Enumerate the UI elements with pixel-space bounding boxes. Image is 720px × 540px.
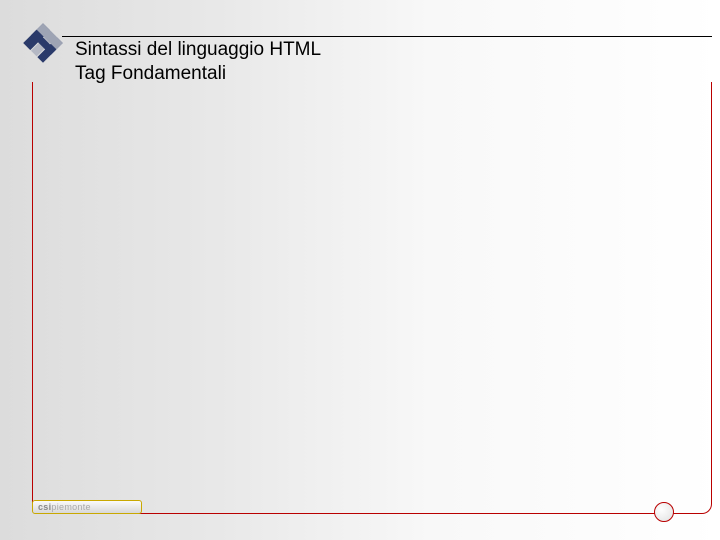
footer-brand-bold: csi — [38, 502, 51, 512]
page-indicator-icon — [654, 502, 674, 522]
header-divider — [62, 36, 712, 37]
title-line-1: Sintassi del linguaggio HTML — [75, 38, 700, 62]
slide-title: Sintassi del linguaggio HTML Tag Fondame… — [75, 38, 700, 86]
content-frame — [32, 82, 712, 514]
footer-brand-badge: csipiemonte — [32, 500, 142, 514]
brand-logo-icon — [20, 20, 66, 66]
footer-brand-light: piemonte — [51, 502, 90, 512]
